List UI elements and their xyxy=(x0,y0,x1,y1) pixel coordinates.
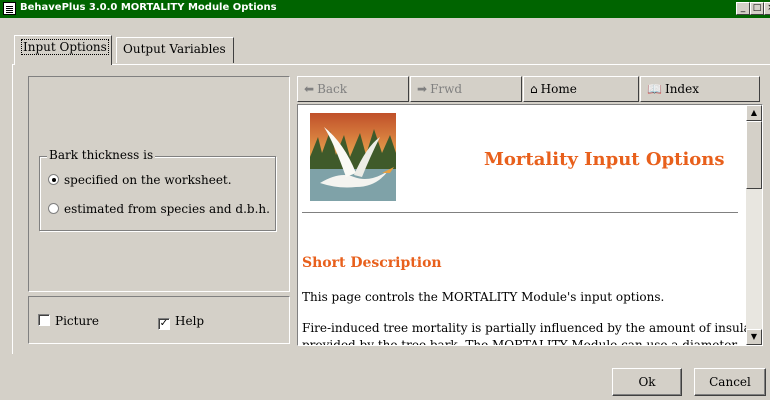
picture-checkbox[interactable] xyxy=(38,314,50,326)
index-button[interactable]: 📖 Index xyxy=(640,76,760,102)
ok-button[interactable]: Ok xyxy=(612,368,682,396)
radio-label: estimated from species and d.b.h. xyxy=(64,202,270,216)
home-icon: ⌂ xyxy=(530,82,538,96)
help-paragraph: This page controls the MORTALITY Module'… xyxy=(302,290,665,304)
index-label: Index xyxy=(664,82,699,96)
scroll-thumb[interactable] xyxy=(746,121,762,189)
window-title: BehavePlus 3.0.0 MORTALITY Module Option… xyxy=(20,2,277,13)
radio-specified-on-worksheet[interactable]: specified on the worksheet. xyxy=(48,173,232,187)
close-button[interactable]: × xyxy=(764,2,770,15)
help-paragraph: provided by the tree bark. The MORTALITY… xyxy=(302,338,738,346)
arrow-right-icon: ➡ xyxy=(417,82,428,96)
radio-estimated-from-species[interactable]: estimated from species and d.b.h. xyxy=(48,202,270,216)
forward-label: Frwd xyxy=(430,82,463,96)
help-heading: Mortality Input Options xyxy=(484,149,725,170)
help-checkbox-row[interactable]: ✓ Help xyxy=(158,314,204,330)
help-checkbox[interactable]: ✓ xyxy=(158,318,170,330)
back-label: Back xyxy=(317,82,348,96)
short-description-heading: Short Description xyxy=(302,255,442,271)
tab-label: Output Variables xyxy=(123,42,226,56)
radio-label: specified on the worksheet. xyxy=(64,173,232,187)
home-button[interactable]: ⌂ Home xyxy=(523,76,639,102)
tab-input-options[interactable]: Input Options xyxy=(14,35,112,65)
picture-checkbox-row[interactable]: Picture xyxy=(38,314,99,328)
scroll-down-button[interactable]: ▼ xyxy=(746,329,762,345)
forward-button[interactable]: ➡ Frwd xyxy=(410,76,522,102)
back-button[interactable]: ⬅ Back xyxy=(297,76,409,102)
book-icon: 📖 xyxy=(647,82,662,96)
help-label: Help xyxy=(175,314,205,328)
help-scrollbar[interactable]: ▲ ▼ xyxy=(746,105,762,345)
horizontal-rule xyxy=(302,212,738,214)
radio-button[interactable] xyxy=(48,174,59,185)
swan-image xyxy=(310,113,396,201)
minimize-button[interactable]: _ xyxy=(736,2,750,15)
maximize-button[interactable]: □ xyxy=(750,2,764,15)
tab-output-variables[interactable]: Output Variables xyxy=(116,37,234,63)
app-icon xyxy=(3,2,16,15)
bark-thickness-legend: Bark thickness is xyxy=(47,148,156,162)
title-bar: BehavePlus 3.0.0 MORTALITY Module Option… xyxy=(0,0,770,18)
home-label: Home xyxy=(540,82,577,96)
picture-label: Picture xyxy=(55,314,100,328)
arrow-left-icon: ⬅ xyxy=(304,82,315,96)
bark-thickness-group: Bark thickness is xyxy=(39,148,276,231)
cancel-button[interactable]: Cancel xyxy=(694,368,766,396)
help-paragraph: Fire-induced tree mortality is partially… xyxy=(302,321,763,335)
tab-label: Input Options xyxy=(21,39,109,55)
radio-button[interactable] xyxy=(48,203,59,214)
help-browser[interactable]: Mortality Input Options Short Descriptio… xyxy=(297,104,763,346)
scroll-up-button[interactable]: ▲ xyxy=(746,105,762,121)
